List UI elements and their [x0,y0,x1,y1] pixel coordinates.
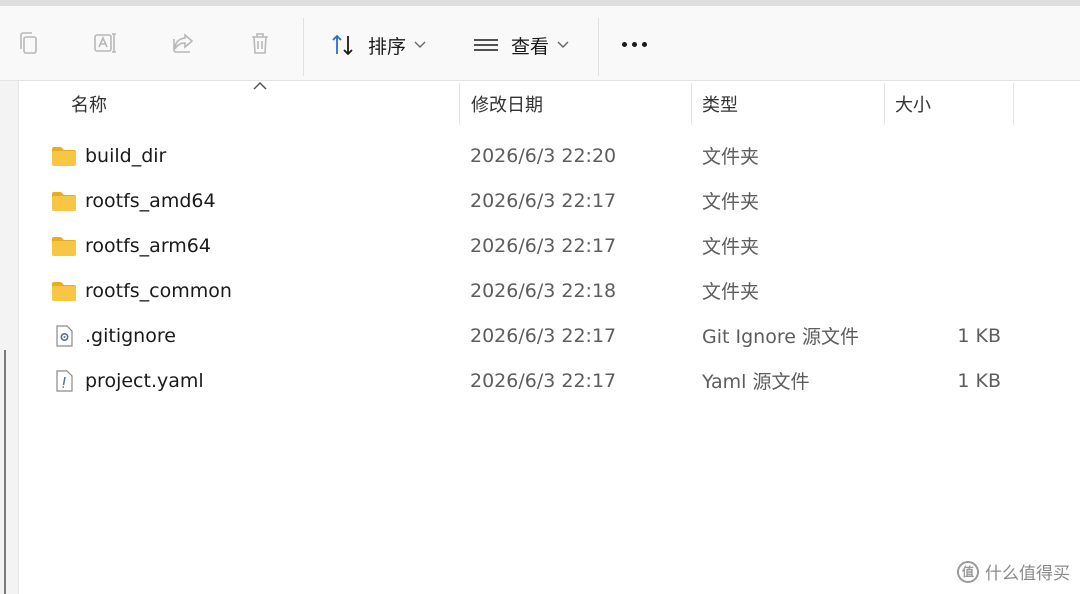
column-divider[interactable] [459,83,460,125]
more-dot-icon [642,42,647,47]
toolbar-separator [598,18,599,76]
delete-icon[interactable] [245,28,275,58]
chevron-down-icon [414,41,426,48]
file-name: rootfs_common [85,279,232,302]
file-name-cell: .gitignore [51,313,176,358]
column-divider[interactable] [691,83,692,125]
file-size: 1 KB [957,369,1001,392]
toolbar-separator [303,18,304,76]
file-name-cell: rootfs_amd64 [51,178,216,223]
watermark-text: 什么值得买 [985,564,1070,584]
view-label: 查看 [511,35,550,58]
navigation-pane-edge [0,81,19,594]
file-size [899,223,1001,268]
view-list-icon [474,39,498,51]
column-header-type[interactable]: 类型 [702,81,738,127]
sort-ascending-icon [253,81,267,90]
column-divider[interactable] [1013,83,1014,125]
modified-date: 2026/6/3 22:17 [470,189,617,212]
table-row[interactable]: project.yaml 2026/6/3 22:17 Yaml 源文件 1 K… [19,358,1080,403]
file-type: Yaml 源文件 [702,371,810,393]
modified-date: 2026/6/3 22:17 [470,369,617,392]
watermark: 值 什么值得买 [957,559,1070,584]
file-name-cell: rootfs_common [51,268,232,313]
rename-icon[interactable] [90,28,120,58]
text-file-icon [56,369,73,392]
sort-button[interactable]: 排序 [330,30,426,60]
more-options-button[interactable] [622,42,647,47]
column-header-name[interactable]: 名称 [71,81,107,127]
file-type: 文件夹 [702,146,760,168]
file-explorer-window: 排序 查看 名称 修改日期 类型 大小 build_dir 2026/6/3 2… [0,0,1080,594]
folder-icon [52,146,76,166]
table-row[interactable]: rootfs_common 2026/6/3 22:18 文件夹 [19,268,1080,313]
more-dot-icon [622,42,627,47]
table-row[interactable]: .gitignore 2026/6/3 22:17 Git Ignore 源文件… [19,313,1080,358]
sort-icon [332,34,353,56]
column-header-row: 名称 修改日期 类型 大小 [19,81,1080,127]
file-name: project.yaml [85,369,204,392]
view-button[interactable]: 查看 [473,30,569,60]
sort-label: 排序 [368,35,407,58]
settings-file-icon [56,324,73,347]
folder-icon [52,191,76,211]
file-name: build_dir [85,144,167,167]
file-type: Git Ignore 源文件 [702,326,859,348]
navigation-scrollbar[interactable] [4,350,6,594]
more-dot-icon [632,42,637,47]
file-size [899,133,1001,178]
table-row[interactable]: build_dir 2026/6/3 22:20 文件夹 [19,133,1080,178]
file-name: rootfs_arm64 [85,234,211,257]
file-size: 1 KB [957,324,1001,347]
table-row[interactable]: rootfs_amd64 2026/6/3 22:17 文件夹 [19,178,1080,223]
file-list: build_dir 2026/6/3 22:20 文件夹 rootfs_amd6… [19,133,1080,403]
modified-date: 2026/6/3 22:17 [470,234,617,257]
copy-icon[interactable] [14,28,44,58]
file-name: .gitignore [85,324,176,347]
column-header-size[interactable]: 大小 [895,81,931,127]
modified-date: 2026/6/3 22:20 [470,144,617,167]
file-size [899,178,1001,223]
column-divider[interactable] [884,83,885,125]
modified-date: 2026/6/3 22:17 [470,324,617,347]
modified-date: 2026/6/3 22:18 [470,279,617,302]
file-type: 文件夹 [702,281,760,303]
column-header-date[interactable]: 修改日期 [471,81,543,127]
watermark-logo-icon: 值 [957,560,979,583]
file-type: 文件夹 [702,191,760,213]
table-row[interactable]: rootfs_arm64 2026/6/3 22:17 文件夹 [19,223,1080,268]
file-name: rootfs_amd64 [85,189,216,212]
chevron-down-icon [557,41,569,48]
file-type: 文件夹 [702,236,760,258]
folder-icon [52,236,76,256]
file-name-cell: rootfs_arm64 [51,223,211,268]
file-name-cell: project.yaml [51,358,204,403]
command-bar: 排序 查看 [0,0,1080,81]
share-icon[interactable] [168,28,198,58]
folder-icon [52,281,76,301]
file-name-cell: build_dir [51,133,166,178]
file-size [899,268,1001,313]
